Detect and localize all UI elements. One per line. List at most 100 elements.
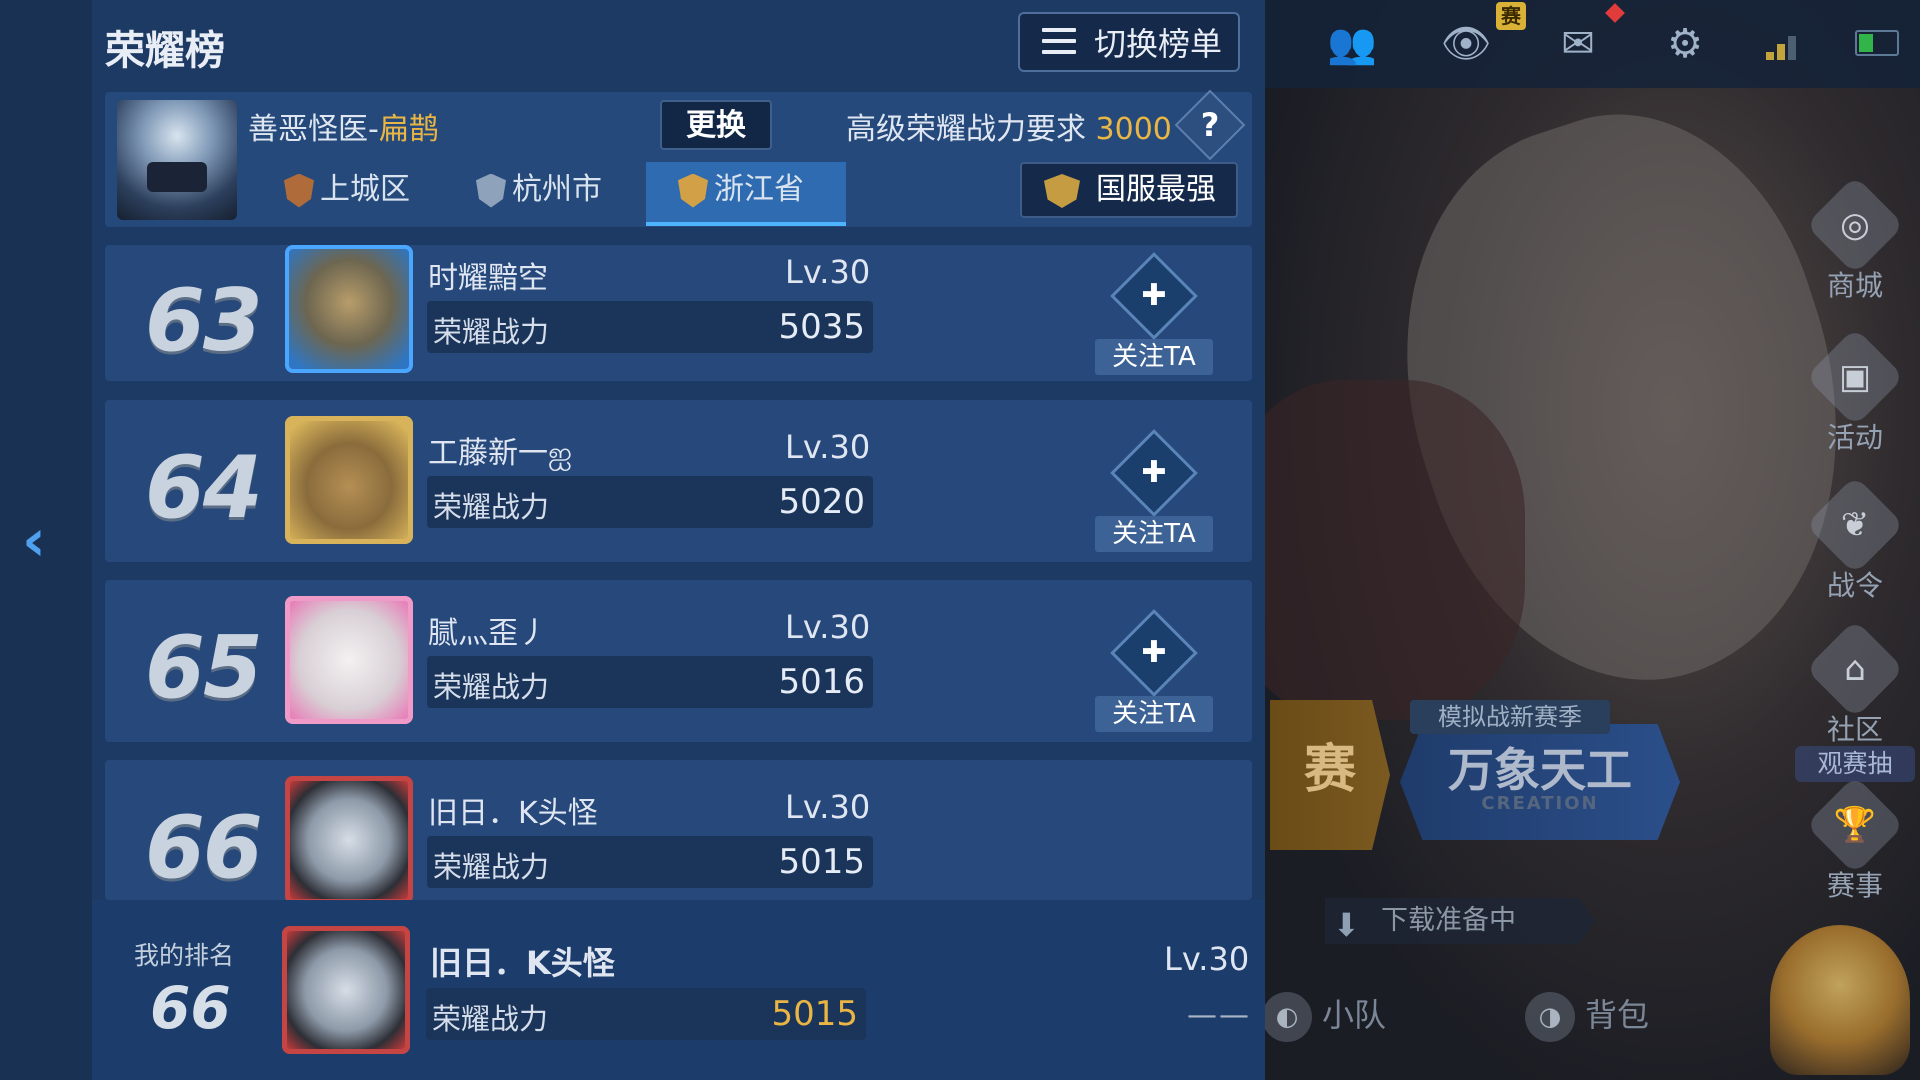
banner-title-tile: 万象天工 CREATION [1400,724,1680,840]
banner-left-tile: 赛 [1270,700,1390,850]
province-shield-icon [678,173,708,208]
player-name: 腻灬歪丿 [428,616,548,651]
side-item-community[interactable]: ⌂ 社区 [1800,619,1910,748]
back-arrow-icon[interactable]: ‹ [22,510,72,570]
rank-number: 63 [145,271,263,371]
page-title: 荣耀榜 [105,28,225,74]
hero-name: 善恶怪医-扁鹊 [248,104,439,148]
activity-icon: ▣ [1805,327,1905,427]
battery-icon [1855,30,1899,56]
side-item-label: 赛事 [1826,869,1883,902]
follow-button[interactable]: ✚ 关注TA [1095,429,1213,554]
live-draw-tag[interactable]: 观赛抽 [1795,746,1915,782]
signal-icon [1766,30,1806,60]
my-power-value: 5015 [771,994,858,1034]
hero-name-gold: 扁鹊 [378,112,439,147]
side-item-label: 商城 [1826,269,1883,302]
follow-label: 关注TA [1095,516,1213,552]
team-label: 小队 [1322,996,1387,1034]
tab-label: 浙江省 [714,172,804,207]
power-requirement: 高级荣耀战力要求 3000 [846,104,1172,148]
my-power-bar: 荣耀战力 5015 [426,988,866,1040]
national-shield-icon [1044,174,1080,208]
tab-province[interactable]: 浙江省 [646,162,846,226]
power-value: 5015 [778,842,865,882]
hero-skin-name: 善恶怪医- [248,112,379,147]
list-icon [1042,28,1076,58]
banner-title: 万象天工 [1448,743,1632,797]
side-item-label: 社区 [1826,713,1883,746]
backpack-label: 背包 [1585,996,1650,1034]
player-level: Lv.30 [785,608,871,646]
event-banner[interactable]: 赛 万象天工 CREATION 模拟战新赛季 [1270,700,1690,850]
power-bar: 荣耀战力 5015 [427,836,873,888]
power-label: 荣耀战力 [433,850,550,884]
mascot-avatar[interactable] [1770,925,1910,1075]
power-label: 荣耀战力 [432,1002,549,1036]
trophy-icon: 🏆 [1805,775,1905,875]
download-label: 下载准备中 [1381,905,1516,936]
battlepass-icon: ❦ [1805,475,1905,575]
side-item-shop[interactable]: ◎ 商城 [1800,175,1910,304]
banner-subtitle: CREATION [1481,793,1599,814]
backpack-button[interactable]: ◑ 背包 [1525,990,1650,1042]
tab-label: 上城区 [320,172,410,207]
requirement-label: 高级荣耀战力要求 [846,112,1086,147]
add-friend-icon-frame: ✚ [1110,429,1198,517]
side-item-label: 战令 [1826,569,1883,602]
power-bar: 荣耀战力 5016 [427,656,873,708]
ranking-row[interactable]: 65 腻灬歪丿 Lv.30 荣耀战力 5016 ✚ 关注TA [105,580,1252,742]
side-item-activity[interactable]: ▣ 活动 [1800,327,1910,456]
add-friend-icon: ✚ [1141,278,1167,313]
ranking-row[interactable]: 64 工藤新一ஐ Lv.30 荣耀战力 5020 ✚ 关注TA [105,400,1252,562]
add-friend-icon-frame: ✚ [1110,609,1198,697]
switch-list-button[interactable]: 切换榜单 [1018,12,1240,72]
national-label: 国服最强 [1096,172,1216,207]
player-name: 工藤新一ஐ [428,436,573,471]
power-value: 5020 [778,482,865,522]
shop-icon: ◎ [1805,175,1905,275]
gear-icon[interactable]: ⚙ [1655,18,1715,70]
mail-icon[interactable]: ✉ [1548,18,1608,70]
side-item-battlepass[interactable]: ❦ 战令 [1800,475,1910,604]
follow-label: 关注TA [1095,339,1213,375]
national-best-button[interactable]: 国服最强 [1020,162,1238,218]
change-hero-button[interactable]: 更换 [660,100,772,150]
tab-district[interactable]: 上城区 [280,162,444,226]
ranking-row[interactable]: 63 时耀黯空 Lv.30 荣耀战力 5035 ✚ 关注TA [105,245,1252,381]
download-status: ⬇ 下载准备中 [1325,898,1595,944]
my-rank-number: 66 [150,974,231,1042]
team-button[interactable]: ◐ 小队 [1262,990,1387,1042]
side-item-label: 活动 [1826,421,1883,454]
player-level: Lv.30 [785,428,871,466]
follow-button[interactable]: ✚ 关注TA [1095,609,1213,734]
download-icon: ⬇ [1333,906,1360,944]
my-avatar [282,926,410,1054]
banner-tag: 模拟战新赛季 [1410,700,1610,734]
side-item-tournament[interactable]: 🏆 赛事 [1800,775,1910,904]
my-level: Lv.30 [1164,940,1250,978]
ranking-row[interactable]: 66 旧日．K头怪 Lv.30 荣耀战力 5015 [105,760,1252,904]
player-avatar [285,245,413,373]
friends-icon[interactable]: 👥 [1322,18,1382,70]
hero-portrait [117,100,237,220]
player-name: 旧日．K头怪 [428,796,598,831]
event-badge: 赛 [1496,2,1526,30]
rank-number: 65 [145,618,263,718]
player-avatar [285,416,413,544]
tab-city[interactable]: 杭州市 [476,162,636,226]
power-label: 荣耀战力 [433,490,550,524]
help-icon: ? [1200,106,1220,144]
spectate-icon[interactable]: 👁 [1436,18,1496,70]
background-character-shadow [1265,380,1525,720]
requirement-value: 3000 [1095,112,1172,147]
my-rank-label: 我的排名 [134,941,235,970]
district-shield-icon [284,173,314,208]
add-friend-icon-frame: ✚ [1110,252,1198,340]
power-label: 荣耀战力 [433,670,550,704]
power-value: 5035 [778,307,865,347]
follow-button[interactable]: ✚ 关注TA [1095,252,1213,377]
add-friend-icon: ✚ [1141,455,1167,490]
rank-number: 66 [145,798,263,898]
follow-label: 关注TA [1095,696,1213,732]
